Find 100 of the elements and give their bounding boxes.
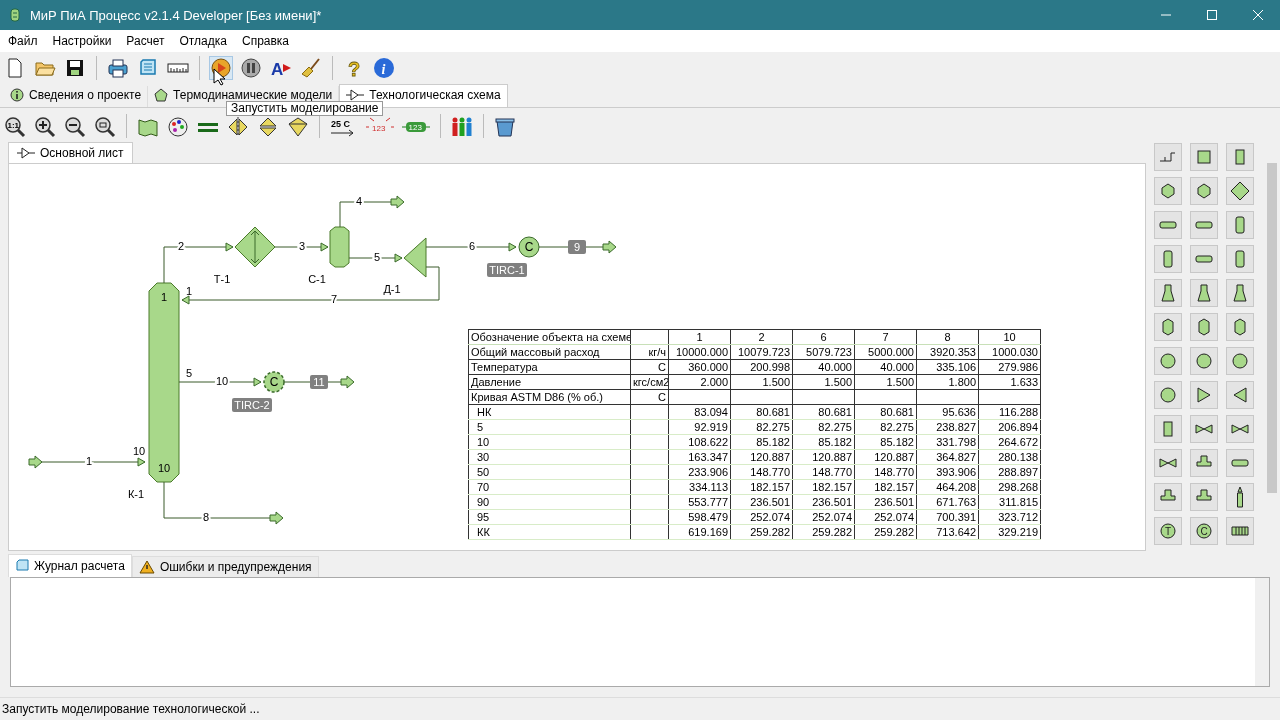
palette-button[interactable] [1226,415,1254,443]
palette-button[interactable] [1154,381,1182,409]
table-cell: 182.157 [730,479,793,495]
circle-icon [1229,350,1251,372]
people-icon[interactable] [451,116,473,138]
info-icon [10,88,24,102]
palette-button[interactable] [1226,177,1254,205]
tooltip: Запустить моделирование [226,101,384,116]
mouse-cursor-icon [213,68,225,86]
table-cell: 713.642 [916,524,979,540]
table-cell: 148.770 [854,464,917,480]
table-cell [630,404,669,420]
palette-button[interactable] [1226,517,1254,545]
table-cell: 206.894 [978,419,1041,435]
palette-button[interactable] [1190,347,1218,375]
palette-button[interactable] [1154,347,1182,375]
table-cell: 233.906 [668,464,731,480]
rotate-icon[interactable] [287,116,309,138]
circle-icon [1193,350,1215,372]
table-cell: 553.777 [668,494,731,510]
table-cell: 259.282 [792,524,855,540]
table-cell: 238.827 [916,419,979,435]
table-cell: 1.633 [978,374,1041,390]
flare-icon [1236,486,1244,508]
pentagon-icon [154,88,169,102]
color-palette-icon[interactable] [167,116,189,138]
stream-label: 5 [373,250,381,263]
save-icon[interactable] [64,57,86,79]
info-icon[interactable]: i [373,57,395,79]
warning-icon [138,560,155,574]
table-cell: 95 [468,509,631,525]
zoom-fit-icon[interactable] [94,116,116,138]
table-cell: 50 [468,464,631,480]
table-cell: 5 [468,419,631,435]
circle-icon [1157,384,1179,406]
menu-item[interactable]: Файл [8,34,38,48]
controller-symbol: C [269,375,279,389]
table-cell: 1000.030 [978,344,1041,360]
menu-item[interactable]: Расчет [126,34,165,48]
printer-icon[interactable] [107,57,129,79]
tab[interactable]: Ошибки и предупреждения [131,556,319,577]
stream-label: 8 [202,510,210,523]
palette-button[interactable] [1190,415,1218,443]
close-icon[interactable] [1252,9,1264,21]
tab[interactable]: Журнал расчета [8,554,132,577]
status-text: Запустить моделирование технологической ... [2,702,260,716]
table-cell: 288.897 [978,464,1041,480]
scrollbar[interactable] [1255,578,1269,686]
table-cell: 5079.723 [792,344,855,360]
flow-symbol-icon [17,145,35,160]
table-cell: 120.887 [730,449,793,465]
table-cell: 163.347 [668,449,731,465]
sheet-tab[interactable]: Основной лист [8,141,133,163]
menu-item[interactable]: Отладка [179,34,227,48]
table-cell: 108.622 [668,434,731,450]
table-cell: 90 [468,494,631,510]
map-icon[interactable] [137,116,159,138]
zoom-out-icon[interactable] [64,116,86,138]
stage-number: 1 [185,284,193,297]
palette-button[interactable] [1154,449,1182,477]
broom-icon[interactable] [300,57,322,79]
table-cell: Общий массовый расход [468,344,631,360]
palette-button[interactable] [1226,347,1254,375]
table-cell: 120.887 [792,449,855,465]
table-header: 1 [668,329,731,345]
table-cell: 182.157 [854,479,917,495]
table-cell: 1.500 [792,374,855,390]
unit-label: С-1 [308,272,326,285]
heat-exchanger-symbol [234,226,276,268]
flip-horizontal-icon[interactable] [227,116,249,138]
table-cell: 619.169 [668,524,731,540]
stream-line [283,375,355,389]
table-cell: 252.074 [730,509,793,525]
table-cell: 236.501 [730,494,793,510]
menu-item[interactable]: Справка [241,34,290,48]
table-cell: 671.763 [916,494,979,510]
stage-number: 10 [132,444,146,457]
stream-label: 3 [298,239,306,252]
table-cell: 364.827 [916,449,979,465]
table-cell: 95.636 [916,404,979,420]
maximize-icon[interactable] [1206,9,1218,21]
menu-item[interactable]: Настройки [52,34,112,48]
table-cell: 393.906 [916,464,979,480]
table-cell: НК [468,404,631,420]
table-cell: 182.157 [792,479,855,495]
palette-button[interactable] [1226,483,1254,511]
controller-tag: TIRC-1 [487,262,527,277]
table-cell: 598.479 [668,509,731,525]
trash-icon[interactable] [494,116,516,138]
pause-icon[interactable] [240,57,262,79]
separator-vessel [329,226,350,268]
unit-label: Д-1 [383,282,401,295]
unit-label: К-1 [127,487,145,500]
stream-label: 10 [215,374,229,387]
table-cell [630,419,669,435]
zoom-in-icon[interactable] [34,116,56,138]
table-cell: 1.800 [916,374,979,390]
table-cell: 279.986 [978,359,1041,375]
controller-tag: TIRC-2 [232,397,272,412]
table-cell [630,434,669,450]
